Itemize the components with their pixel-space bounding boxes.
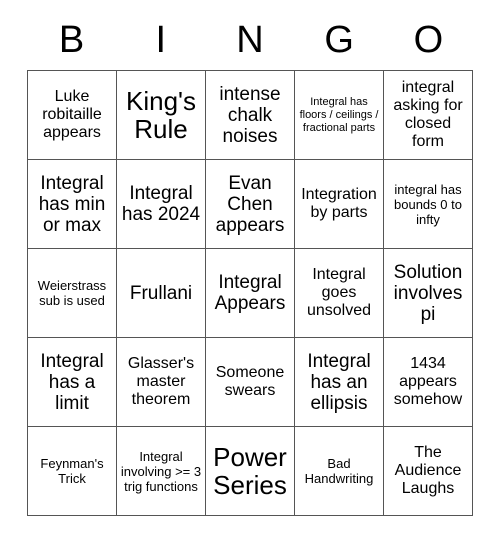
bingo-cell-label: 1434 appears somehow [393,355,463,408]
bingo-header: B I N G O [27,10,473,70]
bingo-cell-label: Integral involving >= 3 trig functions [120,448,202,494]
bingo-cell-label: integral asking for closed form [393,79,463,150]
bingo-cell-label: Integral has floors / ceilings / fractio… [299,95,379,134]
bingo-cell[interactable]: Someone swears [206,338,295,427]
bingo-cell[interactable]: Frullani [117,249,206,338]
bingo-cell[interactable]: Solution involves pi [384,249,473,338]
bingo-cell-label: Integral has min or max [38,172,106,236]
bingo-cell[interactable]: Integral has a limit [28,338,117,427]
bingo-cell-label: Integration by parts [301,186,377,221]
bingo-cell-label: Integral Appears [214,272,286,314]
bingo-cell[interactable]: Integral goes unsolved [295,249,384,338]
bingo-cell-label: Someone swears [215,364,285,399]
bingo-cell-label: intense chalk noises [219,83,281,147]
bingo-row: Weierstrass sub is used Frullani Integra… [28,249,473,338]
bingo-row: Integral has min or max Integral has 202… [28,160,473,249]
header-letter-i: I [155,19,167,61]
bingo-cell-label: Feynman's Trick [40,456,104,486]
bingo-card: B I N G O Luke robitaille appears King's… [27,10,473,516]
bingo-cell-label: The Audience Laughs [394,444,462,497]
header-letter-g: G [324,19,354,61]
header-letter-o: O [413,19,444,61]
bingo-cell[interactable]: Feynman's Trick [28,427,117,516]
bingo-cell-label: Integral has an ellipsis [307,350,371,414]
bingo-grid: Luke robitaille appears King's Rule inte… [27,70,473,516]
bingo-cell[interactable]: integral asking for closed form [384,71,473,160]
bingo-row: Feynman's Trick Integral involving >= 3 … [28,427,473,516]
bingo-cell[interactable]: Integral involving >= 3 trig functions [117,427,206,516]
bingo-cell-label: Integral has 2024 [121,183,201,225]
bingo-cell[interactable]: Integral has an ellipsis [295,338,384,427]
bingo-cell[interactable]: Evan Chen appears [206,160,295,249]
bingo-cell[interactable]: Integral Appears [206,249,295,338]
bingo-cell-label: Solution involves pi [393,261,463,325]
bingo-cell[interactable]: integral has bounds 0 to infty [384,160,473,249]
bingo-cell-label: Luke robitaille appears [42,88,102,141]
header-letter-b: B [58,19,85,61]
bingo-cell-label: Evan Chen appears [215,172,285,236]
bingo-cell[interactable]: Luke robitaille appears [28,71,117,160]
bingo-cell[interactable]: Integral has floors / ceilings / fractio… [295,71,384,160]
bingo-cell[interactable]: Glasser's master theorem [117,338,206,427]
bingo-cell-label: Power Series [213,442,287,500]
bingo-cell-label: integral has bounds 0 to infty [394,181,462,227]
header-letter-n: N [236,19,264,61]
bingo-cell[interactable]: Integral has 2024 [117,160,206,249]
bingo-cell-label: Frullani [129,282,193,304]
bingo-cell[interactable]: Weierstrass sub is used [28,249,117,338]
bingo-cell[interactable]: Integral has min or max [28,160,117,249]
bingo-row: Luke robitaille appears King's Rule inte… [28,71,473,160]
bingo-cell[interactable]: The Audience Laughs [384,427,473,516]
bingo-cell[interactable]: Power Series [206,427,295,516]
bingo-cell-label: Glasser's master theorem [127,355,195,408]
bingo-cell-label: King's Rule [125,86,196,144]
bingo-cell-label: Integral has a limit [40,350,104,414]
bingo-cell[interactable]: Integration by parts [295,160,384,249]
bingo-cell[interactable]: Bad Handwriting [295,427,384,516]
bingo-cell-label: Integral goes unsolved [306,266,372,319]
bingo-cell-label: Bad Handwriting [304,456,374,486]
bingo-cell[interactable]: intense chalk noises [206,71,295,160]
bingo-cell-label: Weierstrass sub is used [37,278,107,308]
bingo-cell[interactable]: 1434 appears somehow [384,338,473,427]
bingo-cell[interactable]: King's Rule [117,71,206,160]
bingo-row: Integral has a limit Glasser's master th… [28,338,473,427]
